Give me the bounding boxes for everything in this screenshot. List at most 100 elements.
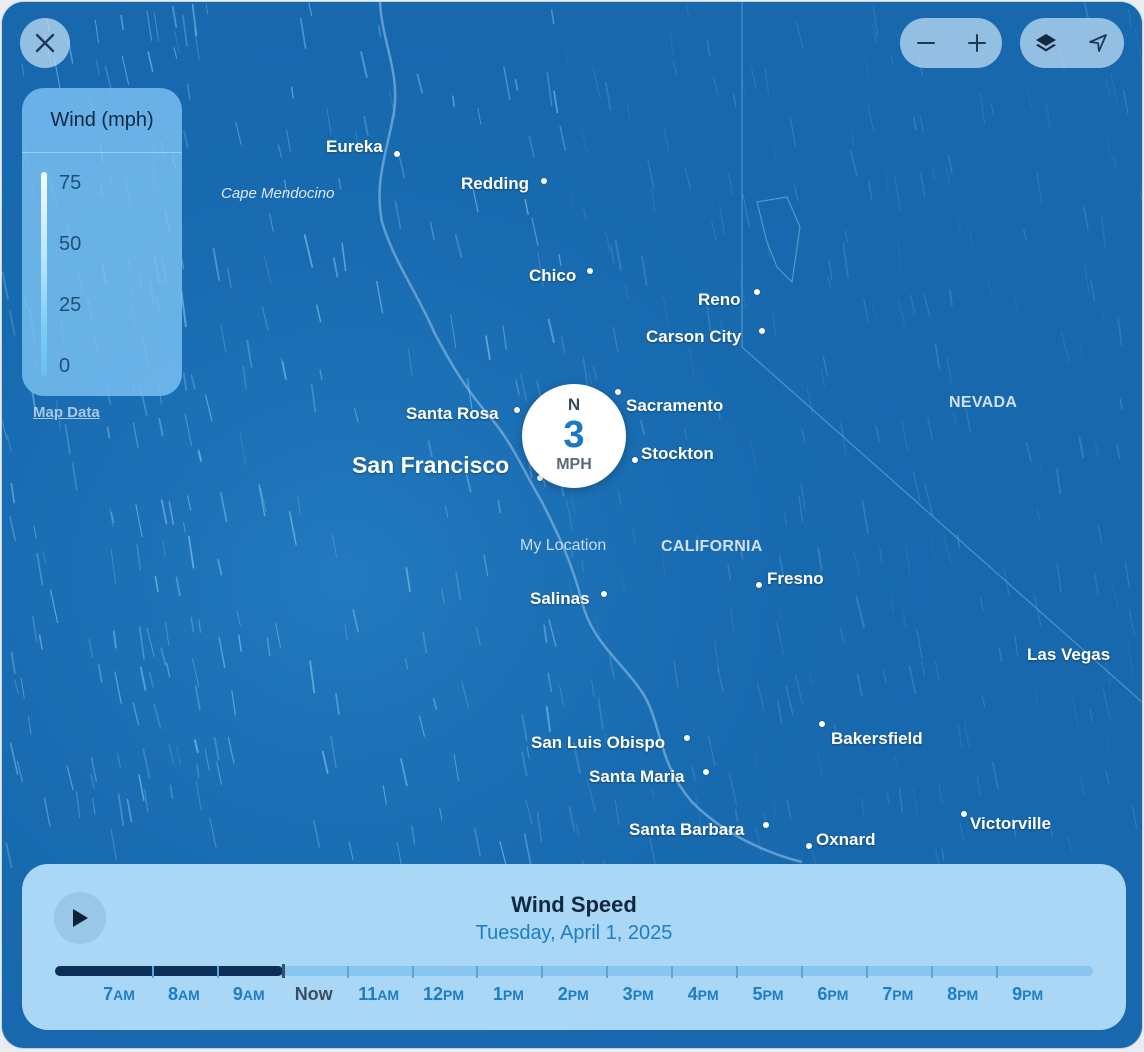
legend-tick-50: 50 bbox=[59, 233, 82, 255]
city-label-san-luis-obispo[interactable]: San Luis Obispo bbox=[531, 733, 665, 753]
city-label-chico[interactable]: Chico bbox=[529, 266, 576, 286]
timeline-hour-label[interactable]: 2PM bbox=[558, 984, 589, 1005]
legend-title: Wind (mph) bbox=[22, 88, 182, 153]
my-location-label[interactable]: My Location bbox=[520, 537, 606, 555]
hour-number: 9 bbox=[1012, 984, 1023, 1004]
city-dot-santa-maria bbox=[702, 768, 710, 776]
zoom-controls bbox=[900, 18, 1002, 68]
timeline-tick bbox=[411, 966, 414, 978]
hour-suffix: PM bbox=[892, 987, 914, 1003]
timeline-hour-label[interactable]: 6PM bbox=[817, 984, 848, 1005]
timeline-hour-label[interactable]: 5PM bbox=[752, 984, 783, 1005]
legend-color-scale bbox=[41, 172, 47, 376]
minus-icon bbox=[916, 42, 935, 44]
hour-suffix: PM bbox=[697, 987, 719, 1003]
city-label-carson-city[interactable]: Carson City bbox=[646, 327, 741, 347]
city-label-eureka[interactable]: Eureka bbox=[326, 137, 383, 157]
close-icon bbox=[35, 33, 55, 53]
city-label-las-vegas[interactable]: Las Vegas bbox=[1027, 645, 1110, 665]
city-dot-carson-city bbox=[758, 327, 766, 335]
timeline-tick bbox=[930, 966, 933, 978]
city-dot-santa-barbara bbox=[762, 821, 770, 829]
city-label-fresno[interactable]: Fresno bbox=[767, 569, 824, 589]
timeline-panel: Wind Speed Tuesday, April 1, 2025 7AM 8AM… bbox=[22, 864, 1126, 1030]
timeline-hour-label[interactable]: 4PM bbox=[688, 984, 719, 1005]
hour-suffix: PM bbox=[1022, 987, 1044, 1003]
city-label-santa-maria[interactable]: Santa Maria bbox=[589, 767, 684, 787]
timeline-hour-label[interactable]: 7PM bbox=[882, 984, 913, 1005]
hour-suffix: AM bbox=[242, 987, 265, 1003]
wind-speed-unit: MPH bbox=[556, 456, 592, 473]
hour-suffix: PM bbox=[827, 987, 849, 1003]
hour-suffix: AM bbox=[178, 987, 200, 1003]
city-dot-victorville bbox=[960, 810, 968, 818]
close-button[interactable] bbox=[20, 18, 70, 68]
city-label-salinas[interactable]: Salinas bbox=[530, 589, 590, 609]
city-label-santa-barbara[interactable]: Santa Barbara bbox=[629, 820, 744, 840]
hour-suffix: PM bbox=[632, 987, 654, 1003]
timeline-hour-label[interactable]: 9PM bbox=[1012, 984, 1043, 1005]
timeline-scrubber[interactable] bbox=[55, 964, 1093, 978]
city-dot-redding bbox=[540, 177, 548, 185]
city-label-sacramento[interactable]: Sacramento bbox=[626, 396, 723, 416]
city-dot-salinas bbox=[600, 590, 608, 598]
timeline-progress bbox=[55, 966, 284, 976]
timeline-date: Tuesday, April 1, 2025 bbox=[475, 922, 673, 944]
map-data-link[interactable]: Map Data bbox=[33, 404, 100, 421]
hour-number: 4 bbox=[687, 984, 698, 1004]
city-dot-bakersfield bbox=[818, 720, 826, 728]
timeline-tick bbox=[865, 966, 868, 978]
plus-icon bbox=[967, 34, 986, 52]
city-dot-oxnard bbox=[805, 842, 813, 850]
region-label-nevada: NEVADA bbox=[949, 394, 1018, 411]
wind-speed-marker[interactable]: N 3 MPH bbox=[522, 384, 626, 488]
timeline-now-marker bbox=[281, 964, 285, 978]
city-label-san-francisco[interactable]: San Francisco bbox=[352, 452, 509, 479]
city-label-victorville[interactable]: Victorville bbox=[970, 814, 1051, 834]
timeline-tick bbox=[346, 966, 349, 978]
city-label-stockton[interactable]: Stockton bbox=[641, 444, 714, 464]
city-label-bakersfield[interactable]: Bakersfield bbox=[831, 729, 923, 749]
city-label-reno[interactable]: Reno bbox=[698, 290, 741, 310]
hour-number: 3 bbox=[622, 984, 633, 1004]
current-location-button[interactable] bbox=[1073, 18, 1123, 68]
hour-suffix: AM bbox=[113, 987, 135, 1003]
timeline-hour-label[interactable]: 3PM bbox=[623, 984, 654, 1005]
layers-button[interactable] bbox=[1021, 18, 1071, 68]
timeline-hour-label[interactable]: 1PM bbox=[493, 984, 524, 1005]
hour-suffix: PM bbox=[762, 987, 784, 1003]
zoom-out-button[interactable] bbox=[901, 18, 951, 68]
hour-suffix: PM bbox=[567, 987, 589, 1003]
city-label-santa-rosa[interactable]: Santa Rosa bbox=[406, 404, 499, 424]
region-label-california: CALIFORNIA bbox=[661, 538, 763, 555]
location-arrow-icon bbox=[1089, 34, 1107, 52]
timeline-tick bbox=[800, 966, 803, 978]
timeline-tick bbox=[216, 966, 219, 978]
zoom-in-button[interactable] bbox=[952, 18, 1002, 68]
city-label-oxnard[interactable]: Oxnard bbox=[816, 830, 876, 850]
timeline-title: Wind Speed bbox=[511, 892, 637, 917]
city-dot-santa-rosa bbox=[513, 406, 521, 414]
wind-speed-value: 3 bbox=[563, 414, 585, 456]
timeline-hour-label[interactable]: 12PM bbox=[423, 984, 464, 1005]
hour-number: 5 bbox=[752, 984, 763, 1004]
hour-number: 7 bbox=[882, 984, 893, 1004]
city-dot-reno bbox=[753, 288, 761, 296]
hour-number: 1 bbox=[492, 984, 503, 1004]
timeline-hour-label[interactable]: 11AM bbox=[358, 984, 399, 1005]
timeline-hour-label[interactable]: 7AM bbox=[103, 984, 135, 1005]
city-dot-eureka bbox=[393, 150, 401, 158]
hour-number: Now bbox=[294, 984, 333, 1004]
timeline-hour-label[interactable]: 9AM bbox=[233, 984, 265, 1005]
timeline-tick bbox=[671, 966, 674, 978]
timeline-hour-label[interactable]: 8AM bbox=[168, 984, 200, 1005]
map-mode-controls bbox=[1020, 18, 1124, 68]
timeline-hour-label[interactable]: 8PM bbox=[947, 984, 978, 1005]
weather-wind-map-window: Eureka Redding Chico Reno Carson City Sa… bbox=[2, 2, 1142, 1048]
legend-tick-25: 25 bbox=[59, 294, 82, 316]
city-label-redding[interactable]: Redding bbox=[461, 174, 529, 194]
timeline-hour-label[interactable]: Now bbox=[295, 984, 333, 1005]
hour-number: 9 bbox=[232, 984, 243, 1004]
city-dot-san-luis-obispo bbox=[683, 734, 691, 742]
hour-suffix: AM bbox=[377, 987, 399, 1003]
